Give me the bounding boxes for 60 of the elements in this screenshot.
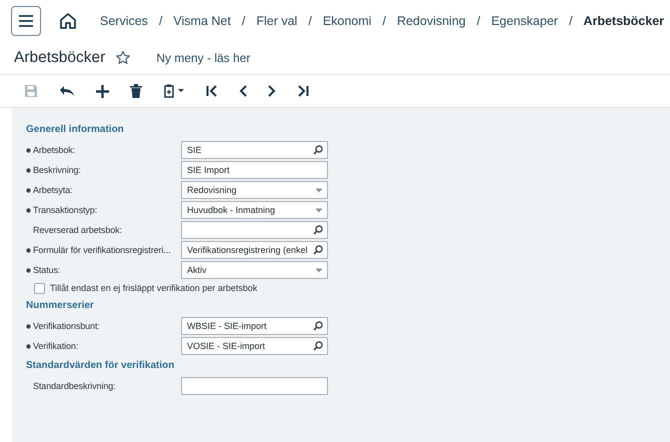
dropdown-field[interactable]: Redovisning (181, 181, 328, 199)
new-menu-link[interactable]: Ny meny - läs her (156, 51, 250, 65)
clipboard-dropdown-icon[interactable] (163, 84, 185, 98)
add-icon[interactable] (96, 84, 109, 98)
input-field[interactable] (181, 377, 328, 395)
search-icon[interactable] (313, 225, 323, 235)
lookup-field[interactable]: VOSIE - SIE-import (181, 337, 328, 355)
lookup-field[interactable]: SIE (181, 141, 328, 159)
section-heading: Generell information (26, 124, 125, 135)
page-title: Arbetsböcker (14, 49, 106, 67)
trash-icon[interactable] (130, 84, 142, 98)
lookup-field[interactable]: Verifikationsregistrering (enkel (181, 241, 328, 259)
menu-button[interactable] (11, 6, 41, 36)
breadcrumb-link[interactable]: Ekonomi (322, 14, 372, 28)
breadcrumb-separator: / (158, 14, 162, 28)
dropdown-field[interactable]: Aktiv (181, 261, 328, 279)
lookup-field[interactable]: WBSIE - SIE-import (181, 317, 328, 335)
breadcrumb-link[interactable]: Fler val (256, 14, 298, 28)
lookup-field[interactable] (181, 221, 328, 239)
chevron-left-icon[interactable] (239, 85, 247, 97)
search-icon[interactable] (313, 321, 323, 331)
checkbox[interactable] (34, 282, 45, 294)
field-label: Status: (33, 265, 60, 275)
home-icon[interactable] (58, 11, 78, 31)
breadcrumb-separator: / (382, 14, 386, 28)
section-heading: Standardvärden för verifikation (26, 360, 176, 371)
star-icon[interactable] (115, 50, 132, 66)
dropdown-field[interactable]: Huvudbok - Inmatning (181, 201, 328, 219)
caret-icon[interactable] (315, 188, 323, 192)
chevron-right-icon[interactable] (268, 85, 276, 97)
field-label: Transaktionstyp: (33, 205, 98, 215)
field-label: Verifikation: (33, 341, 78, 351)
caret-icon[interactable] (315, 208, 323, 212)
field-label: Arbetsyta: (33, 185, 73, 195)
field-label: Reverserad arbetsbok: (33, 225, 122, 235)
breadcrumb-link[interactable]: Services (100, 14, 148, 28)
field-label: Verifikationsbunt: (33, 321, 100, 331)
menu-icon (18, 14, 34, 28)
search-icon[interactable] (313, 245, 323, 255)
search-icon[interactable] (313, 341, 323, 351)
field-label: Arbetsbok: (33, 145, 76, 155)
search-icon[interactable] (313, 145, 323, 155)
breadcrumb-link[interactable]: Egenskaper (491, 14, 558, 28)
checkbox-label: Tillåt endast en ej frisläppt verifikation per arbetsbok (50, 283, 258, 293)
breadcrumb-separator: / (568, 14, 572, 28)
breadcrumb-link[interactable]: Redovisning (396, 14, 466, 28)
breadcrumb-separator: / (476, 14, 480, 28)
last-record-icon[interactable] (297, 85, 309, 97)
first-record-icon[interactable] (206, 85, 218, 97)
input-field[interactable]: SIE Import (181, 161, 328, 179)
field-label: Formulär för verifikationsregistreri... (33, 245, 171, 255)
breadcrumb-link[interactable]: Visma Net (173, 14, 231, 28)
field-label: Standardbeskrivning: (33, 381, 116, 391)
breadcrumb-link[interactable]: Arbetsböcker (583, 14, 664, 28)
breadcrumb-separator: / (308, 14, 312, 28)
field-label: Beskrivning: (33, 165, 81, 175)
caret-icon[interactable] (315, 268, 323, 272)
section-heading: Nummerserier (26, 300, 95, 311)
breadcrumb-separator: / (242, 14, 246, 28)
undo-icon[interactable] (59, 85, 75, 97)
